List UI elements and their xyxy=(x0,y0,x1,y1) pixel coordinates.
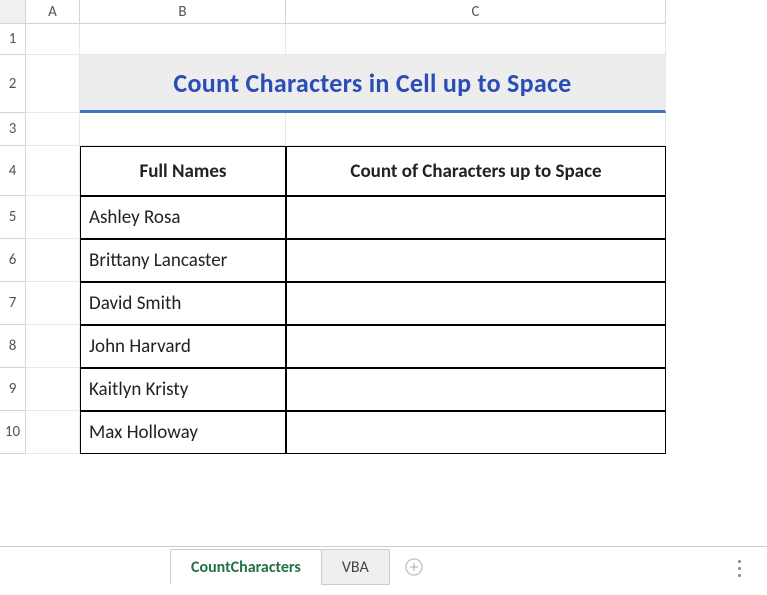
cell-A9[interactable] xyxy=(26,368,80,411)
tab-options-menu[interactable] xyxy=(730,556,749,581)
cell-A1[interactable] xyxy=(26,24,80,55)
row-header-8[interactable]: 8 xyxy=(0,325,26,368)
row-header-5[interactable]: 5 xyxy=(0,196,26,239)
cell-A7[interactable] xyxy=(26,282,80,325)
table-row[interactable]: Max Holloway xyxy=(80,411,286,454)
row-3: 3 xyxy=(0,113,767,146)
row-header-4[interactable]: 4 xyxy=(0,146,26,196)
row-header-10[interactable]: 10 xyxy=(0,411,26,454)
row-header-9[interactable]: 9 xyxy=(0,368,26,411)
cell-C1[interactable] xyxy=(286,24,666,55)
title-cell[interactable]: Count Characters in Cell up to Space xyxy=(80,55,666,113)
column-headers-row: A B C xyxy=(0,0,767,24)
row-9: 9 Kaitlyn Kristy xyxy=(0,368,767,411)
dot-icon xyxy=(738,567,741,570)
table-header-names[interactable]: Full Names xyxy=(80,146,286,196)
row-header-1[interactable]: 1 xyxy=(0,24,26,55)
table-row[interactable] xyxy=(286,411,666,454)
row-header-3[interactable]: 3 xyxy=(0,113,26,146)
cell-A4[interactable] xyxy=(26,146,80,196)
sheet-tab-bar: CountCharacters VBA xyxy=(0,547,767,587)
row-4: 4 Full Names Count of Characters up to S… xyxy=(0,146,767,196)
cell-B3[interactable] xyxy=(80,113,286,146)
row-7: 7 David Smith xyxy=(0,282,767,325)
cell-C3[interactable] xyxy=(286,113,666,146)
col-header-C[interactable]: C xyxy=(286,0,666,24)
cell-A3[interactable] xyxy=(26,113,80,146)
select-all-corner[interactable] xyxy=(0,0,26,24)
row-header-6[interactable]: 6 xyxy=(0,239,26,282)
cell-A10[interactable] xyxy=(26,411,80,454)
cell-A8[interactable] xyxy=(26,325,80,368)
table-row[interactable] xyxy=(286,239,666,282)
spreadsheet-grid: A B C 1 2 Count Characters in Cell up to… xyxy=(0,0,767,547)
plus-icon xyxy=(405,558,423,576)
row-8: 8 John Harvard xyxy=(0,325,767,368)
sheet-tab-countcharacters[interactable]: CountCharacters xyxy=(170,549,322,585)
table-header-count[interactable]: Count of Characters up to Space xyxy=(286,146,666,196)
table-row[interactable] xyxy=(286,325,666,368)
dot-icon xyxy=(738,560,741,563)
table-row[interactable] xyxy=(286,196,666,239)
table-row[interactable]: John Harvard xyxy=(80,325,286,368)
table-row[interactable]: Ashley Rosa xyxy=(80,196,286,239)
col-header-A[interactable]: A xyxy=(26,0,80,24)
row-6: 6 Brittany Lancaster xyxy=(0,239,767,282)
row-5: 5 Ashley Rosa xyxy=(0,196,767,239)
cell-A2[interactable] xyxy=(26,55,80,113)
sheet-tab-vba[interactable]: VBA xyxy=(321,549,390,585)
table-row[interactable] xyxy=(286,282,666,325)
row-2: 2 Count Characters in Cell up to Space xyxy=(0,55,767,113)
row-header-7[interactable]: 7 xyxy=(0,282,26,325)
dot-icon xyxy=(738,574,741,577)
row-1: 1 xyxy=(0,24,767,55)
cell-B1[interactable] xyxy=(80,24,286,55)
col-header-B[interactable]: B xyxy=(80,0,286,24)
row-10: 10 Max Holloway xyxy=(0,411,767,454)
table-row[interactable]: David Smith xyxy=(80,282,286,325)
new-sheet-button[interactable] xyxy=(397,550,431,584)
table-row[interactable]: Kaitlyn Kristy xyxy=(80,368,286,411)
cell-A6[interactable] xyxy=(26,239,80,282)
row-header-2[interactable]: 2 xyxy=(0,55,26,113)
cell-A5[interactable] xyxy=(26,196,80,239)
table-row[interactable] xyxy=(286,368,666,411)
table-row[interactable]: Brittany Lancaster xyxy=(80,239,286,282)
